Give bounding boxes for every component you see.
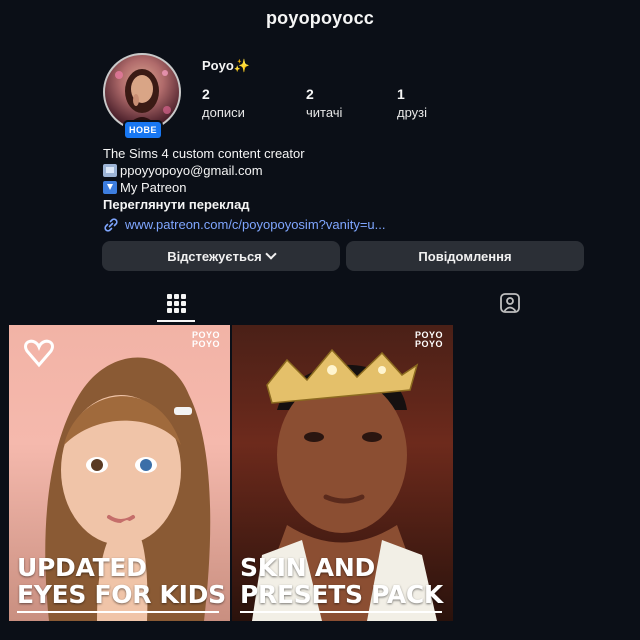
title-underline bbox=[17, 611, 219, 613]
avatar-image bbox=[103, 53, 181, 131]
brand-watermark: POYO POYO bbox=[192, 331, 220, 349]
stat-followers[interactable]: 2 читачі bbox=[306, 86, 342, 120]
tab-tagged[interactable] bbox=[498, 291, 522, 315]
following-button[interactable]: Відстежується bbox=[102, 241, 340, 271]
post-title-line2: EYES FOR KIDS bbox=[17, 580, 226, 609]
post-thumbnail[interactable]: POYO POYO SKIN AND PRESETS PACK bbox=[232, 325, 453, 621]
tagged-icon bbox=[500, 293, 520, 313]
display-name: Poyo✨ bbox=[202, 58, 250, 73]
avatar[interactable]: НОВЕ bbox=[103, 53, 181, 138]
post-title: UPDATED EYES FOR KIDS bbox=[17, 554, 226, 613]
message-button-label: Повідомлення bbox=[418, 248, 512, 264]
following-button-label: Відстежується bbox=[167, 248, 262, 264]
new-badge: НОВЕ bbox=[125, 122, 161, 138]
brand-watermark-text: POYO POYO bbox=[191, 330, 220, 349]
bio-description: The Sims 4 custom content creator bbox=[103, 146, 305, 161]
brand-watermark-text: POYO POYO bbox=[414, 330, 443, 349]
stat-posts-count: 2 bbox=[202, 86, 210, 102]
post-title-line1: UPDATED bbox=[17, 553, 147, 582]
stat-followers-label: читачі bbox=[306, 105, 343, 120]
bio-patreon-row: My Patreon bbox=[103, 179, 386, 196]
post-title-line1: SKIN AND bbox=[240, 553, 375, 582]
grid-icon bbox=[167, 294, 186, 313]
bio-email[interactable]: ppoyyopoyo@gmail.com bbox=[120, 162, 263, 179]
stat-friends[interactable]: 1 друзі bbox=[397, 86, 427, 120]
envelope-emoji-icon bbox=[103, 164, 117, 177]
stat-followers-count: 2 bbox=[306, 86, 314, 102]
chevron-down-icon bbox=[265, 248, 277, 260]
post-thumbnail[interactable]: POYO POYO UPDATED EYES FOR KIDS bbox=[9, 325, 230, 621]
active-tab-indicator bbox=[157, 320, 195, 322]
see-translation-link[interactable]: Переглянути переклад bbox=[103, 196, 386, 213]
stat-posts[interactable]: 2 дописи bbox=[202, 86, 245, 120]
stat-posts-label: дописи bbox=[202, 105, 245, 120]
bio-patreon: My Patreon bbox=[120, 180, 187, 195]
post-title-line2: PRESETS PACK bbox=[240, 580, 443, 609]
brand-watermark: POYO POYO bbox=[415, 331, 443, 349]
bio-link-row[interactable]: www.patreon.com/c/poyopoyosim?vanity=u..… bbox=[103, 216, 386, 233]
top-bar: poyopoyocc bbox=[0, 8, 640, 29]
profile-username: poyopoyocc bbox=[265, 8, 374, 28]
bio: The Sims 4 custom content creator ppoyyo… bbox=[103, 145, 386, 233]
bio-link[interactable]: www.patreon.com/c/poyopoyosim?vanity=u..… bbox=[125, 216, 386, 233]
message-button[interactable]: Повідомлення bbox=[346, 241, 584, 271]
stat-friends-label: друзі bbox=[397, 105, 428, 120]
title-underline bbox=[240, 611, 442, 613]
tab-posts-grid[interactable] bbox=[164, 291, 188, 315]
down-arrow-emoji-icon bbox=[103, 181, 117, 194]
link-icon bbox=[104, 217, 118, 232]
bio-email-row: ppoyyopoyo@gmail.com bbox=[103, 162, 386, 179]
stat-friends-count: 1 bbox=[397, 86, 405, 102]
post-title: SKIN AND PRESETS PACK bbox=[240, 554, 443, 613]
